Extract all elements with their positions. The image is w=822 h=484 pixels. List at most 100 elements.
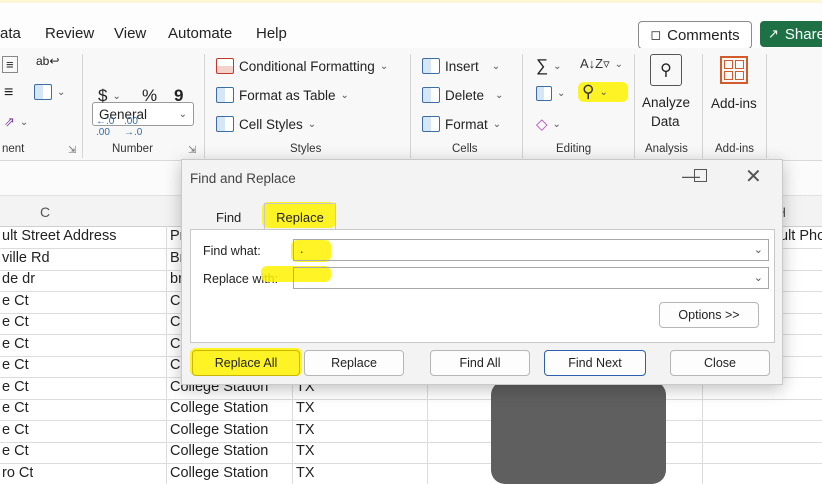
cell[interactable]: ult Street Address (2, 228, 162, 244)
tab-replace[interactable]: Replace (264, 203, 336, 230)
align-center-icon: ≡ (4, 84, 14, 101)
tab-help[interactable]: Help (256, 25, 287, 42)
cell-styles-label: Cell Styles (239, 116, 303, 132)
cell-styles-icon (216, 116, 234, 132)
analyze-data-label-2[interactable]: Data (651, 114, 680, 129)
find-next-label: Find Next (568, 356, 622, 370)
tab-review[interactable]: Review (45, 25, 94, 42)
close-icon[interactable]: ✕ (745, 164, 762, 189)
alignment-launcher-icon[interactable]: ⇲ (68, 145, 76, 156)
number-launcher-icon[interactable]: ⇲ (188, 145, 196, 156)
fill-button[interactable]: ⌄ (536, 86, 565, 101)
increase-decimal-icon: ←.0.00 (96, 116, 115, 138)
replace-all-button[interactable]: Replace All (192, 350, 300, 376)
search-icon: ⚲ (582, 82, 595, 101)
add-ins-button[interactable]: Add-ins (711, 96, 757, 111)
find-what-value: . (300, 242, 304, 256)
cell[interactable]: ult Pho (780, 228, 822, 244)
table-row: e Ct College Station TX (0, 398, 822, 421)
currency-button[interactable]: $ ⌄ (98, 86, 121, 106)
add-ins-icon[interactable] (720, 56, 748, 84)
cell[interactable]: College Station (170, 422, 268, 438)
cell[interactable]: e Ct (2, 443, 29, 459)
cell[interactable]: e Ct (2, 379, 29, 395)
table-row: e Ct College Station TX (0, 441, 822, 464)
cell[interactable]: ville Rd (2, 250, 50, 266)
percent-button[interactable]: % (142, 86, 157, 106)
cell[interactable]: e Ct (2, 336, 29, 352)
chevron-down-icon: ⌄ (492, 118, 502, 130)
find-replace-dialog: Find and Replace — ✕ Find Replace Find w… (181, 159, 783, 385)
merge-button[interactable]: ⌄ (34, 84, 65, 100)
add-ins-group-label: Add-ins (715, 143, 754, 155)
cell[interactable]: TX (296, 400, 315, 416)
increase-decimal-button[interactable]: ←.0.00 (96, 116, 114, 138)
format-cells-button[interactable]: Format ⌄ (422, 116, 501, 132)
chevron-down-icon: ⌄ (307, 118, 317, 130)
merge-icon (34, 84, 52, 100)
align-center-button[interactable]: ≡ (4, 84, 13, 102)
cell[interactable]: de dr (2, 271, 35, 287)
replace-with-input[interactable]: ⌄ (293, 267, 769, 289)
tab-view[interactable]: View (114, 25, 146, 42)
delete-cells-button[interactable]: Delete ⌄ (422, 87, 503, 103)
tab-data[interactable]: ata (0, 25, 21, 42)
wrap-text-button[interactable]: ab↩ (36, 54, 59, 68)
chevron-down-icon[interactable]: ⌄ (754, 271, 763, 284)
comments-button[interactable]: ◻ Comments (638, 21, 752, 49)
replace-button[interactable]: Replace (304, 350, 404, 376)
share-button[interactable]: ↗ Share (760, 21, 822, 47)
chevron-down-icon[interactable]: ⌄ (754, 243, 763, 256)
separator (766, 54, 767, 158)
cell[interactable]: e Ct (2, 293, 29, 309)
cell[interactable]: College Station (170, 400, 268, 416)
separator (204, 54, 205, 158)
insert-cells-button[interactable]: Insert ⌄ (422, 58, 500, 74)
analyze-data-icon[interactable]: ⚲ (650, 54, 682, 86)
find-what-input[interactable]: . ⌄ (293, 239, 769, 261)
align-left-button[interactable]: ≡ (2, 56, 18, 73)
cell[interactable]: TX (296, 465, 315, 481)
format-cells-icon (422, 116, 440, 132)
clear-button[interactable]: ◇ ⌄ (536, 115, 561, 133)
separator (410, 54, 411, 158)
analyze-data-label[interactable]: Analyze (642, 95, 690, 110)
cell[interactable]: e Ct (2, 400, 29, 416)
share-icon: ↗ (768, 26, 779, 41)
cell[interactable]: ro Ct (2, 465, 33, 481)
cell-styles-button[interactable]: Cell Styles ⌄ (216, 116, 316, 132)
decrease-decimal-button[interactable]: .00 →.0 (124, 116, 142, 138)
cell[interactable]: TX (296, 422, 315, 438)
autosum-button[interactable]: ∑ ⌄ (536, 56, 562, 76)
format-as-table-button[interactable]: Format as Table ⌄ (216, 87, 349, 103)
find-all-button[interactable]: Find All (430, 350, 530, 376)
options-label: Options >> (678, 308, 740, 322)
align-left-icon: ≡ (2, 56, 18, 73)
insert-label: Insert (445, 58, 479, 74)
column-header-c[interactable]: C (40, 204, 50, 220)
cell[interactable]: e Ct (2, 422, 29, 438)
format-as-table-label: Format as Table (239, 87, 336, 103)
analysis-group-label: Analysis (645, 143, 688, 155)
eraser-icon: ◇ (536, 116, 548, 133)
find-select-button[interactable]: ⚲ ⌄ (582, 82, 608, 102)
tab-automate[interactable]: Automate (168, 25, 232, 42)
find-what-label: Find what: (203, 244, 261, 258)
conditional-formatting-button[interactable]: Conditional Formatting ⌄ (216, 58, 388, 74)
find-next-button[interactable]: Find Next (544, 350, 646, 376)
cell[interactable]: e Ct (2, 314, 29, 330)
cell[interactable]: TX (296, 443, 315, 459)
tab-find[interactable]: Find (216, 210, 241, 225)
cell[interactable]: College Station (170, 443, 268, 459)
editing-group-label: Editing (556, 143, 592, 155)
maximize-icon[interactable] (694, 169, 707, 182)
orientation-button[interactable]: ⇗ ⌄ (4, 114, 28, 130)
cells-group-label: Cells (452, 143, 478, 155)
options-button[interactable]: Options >> (659, 302, 759, 328)
sort-filter-button[interactable]: A↓Z▿ ⌄ (580, 56, 623, 72)
cell[interactable]: College Station (170, 465, 268, 481)
autosum-icon: ∑ (536, 56, 549, 75)
cell[interactable]: e Ct (2, 357, 29, 373)
close-button[interactable]: Close (670, 350, 770, 376)
comma-style-button[interactable]: 9 (174, 86, 183, 106)
